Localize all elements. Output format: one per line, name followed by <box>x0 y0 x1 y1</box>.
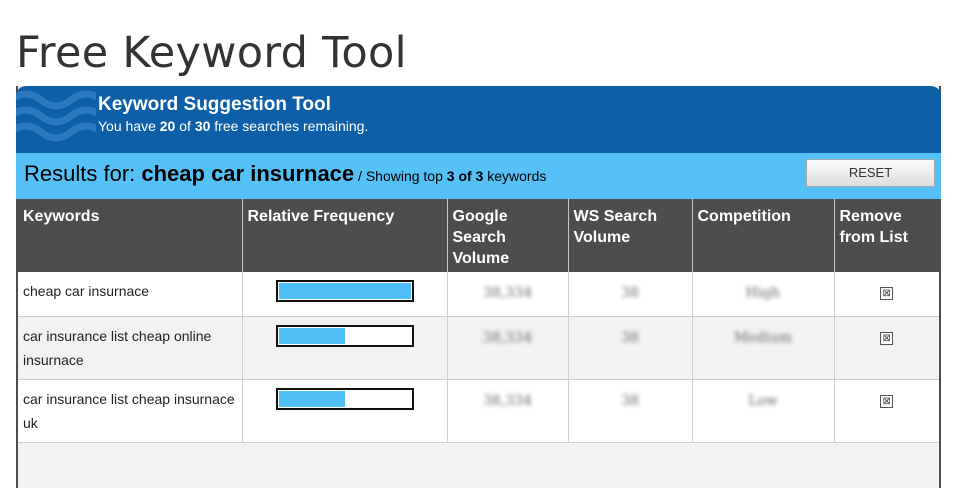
remove-checkbox-icon[interactable]: ⊠ <box>880 395 894 408</box>
keyword-table: Keywords Relative Frequency Google Searc… <box>18 199 939 443</box>
search-query: cheap car insurnace <box>141 161 355 186</box>
table-row: cheap car insurnace 38,334 38 High ⊠ <box>18 272 939 317</box>
tool-title: Keyword Suggestion Tool <box>98 94 331 115</box>
col-header-frequency[interactable]: Relative Frequency <box>242 199 448 272</box>
google-volume-value: 38,334 <box>483 285 532 301</box>
remove-cell: ⊠ <box>834 379 939 443</box>
competition-value: Medium <box>733 330 793 346</box>
ws-volume-cell: 38 <box>568 316 693 380</box>
table-row: car insurance list cheap online insurnac… <box>18 316 939 380</box>
col-header-google-volume[interactable]: Google Search Volume <box>447 199 569 272</box>
col-header-keywords[interactable]: Keywords <box>18 199 243 272</box>
col-header-remove: Remove from List <box>834 199 939 272</box>
remove-cell: ⊠ <box>834 316 939 380</box>
google-volume-cell: 38,334 <box>447 272 569 317</box>
results-bar: Results for: cheap car insurnace / Showi… <box>16 153 941 199</box>
google-volume-cell: 38,334 <box>447 316 569 380</box>
results-summary: Results for: cheap car insurnace / Showi… <box>24 161 547 186</box>
ws-volume-value: 38 <box>621 393 639 409</box>
tool-header: Keyword Suggestion Tool You have 20 of 3… <box>16 86 941 153</box>
competition-value: Low <box>748 393 778 409</box>
col-header-competition[interactable]: Competition <box>692 199 835 272</box>
frequency-cell <box>242 379 448 443</box>
page-title: Free Keyword Tool <box>16 28 407 78</box>
frequency-fill <box>278 391 345 407</box>
keyword-cell: car insurance list cheap online insurnac… <box>18 316 243 380</box>
competition-cell: Low <box>692 379 835 443</box>
searches-remaining: You have 20 of 30 free searches remainin… <box>98 118 369 134</box>
frequency-cell <box>242 316 448 380</box>
google-volume-cell: 38,334 <box>447 379 569 443</box>
remove-cell: ⊠ <box>834 272 939 317</box>
remove-checkbox-icon[interactable]: ⊠ <box>880 332 894 345</box>
searches-used: 20 <box>159 118 176 134</box>
wave-logo-icon <box>16 90 96 142</box>
frequency-fill <box>278 328 345 344</box>
result-count: 3 of 3 <box>446 168 484 184</box>
col-header-ws-volume[interactable]: WS Search Volume <box>568 199 693 272</box>
competition-cell: Medium <box>692 316 835 380</box>
google-volume-value: 38,334 <box>483 393 532 409</box>
ws-volume-cell: 38 <box>568 379 693 443</box>
google-volume-value: 38,334 <box>483 330 532 346</box>
frequency-fill <box>278 283 411 299</box>
remove-checkbox-icon[interactable]: ⊠ <box>880 287 894 300</box>
reset-button[interactable]: RESET <box>806 159 935 187</box>
ws-volume-cell: 38 <box>568 272 693 317</box>
table-row: car insurance list cheap insurnace uk 38… <box>18 379 939 443</box>
frequency-cell <box>242 272 448 317</box>
frequency-bar <box>275 280 414 302</box>
table-header-row: Keywords Relative Frequency Google Searc… <box>18 199 939 272</box>
competition-cell: High <box>692 272 835 317</box>
keyword-cell: cheap car insurnace <box>18 272 243 317</box>
competition-value: High <box>745 285 781 301</box>
ws-volume-value: 38 <box>621 330 639 346</box>
frequency-bar <box>275 388 414 410</box>
searches-total: 30 <box>194 118 211 134</box>
frequency-bar <box>275 325 414 347</box>
keyword-cell: car insurance list cheap insurnace uk <box>18 379 243 443</box>
ws-volume-value: 38 <box>621 285 639 301</box>
